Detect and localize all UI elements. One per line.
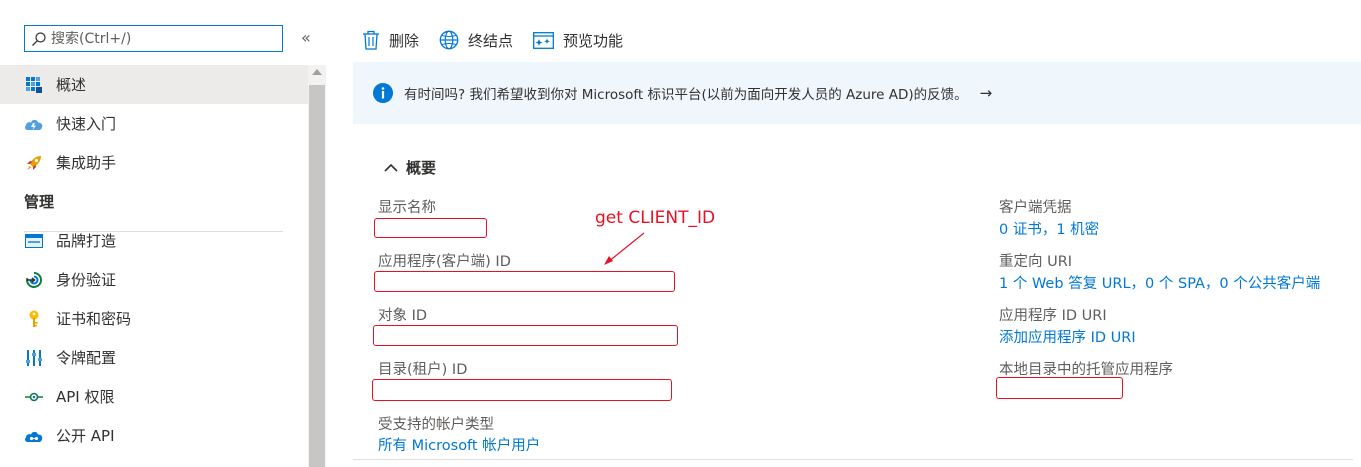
sidebar-item-label: 公开 API bbox=[56, 427, 115, 445]
sidebar-scrollbar[interactable] bbox=[308, 65, 326, 467]
essentials-toggle[interactable]: 概要 bbox=[383, 157, 436, 178]
sidebar-item-token-configuration[interactable]: 令牌配置 bbox=[0, 338, 308, 377]
client-credentials-label: 客户端凭据 bbox=[999, 200, 1072, 216]
command-bar: 删除 终结点 预览功能 bbox=[362, 26, 643, 54]
sidebar-item-label: 快速入门 bbox=[56, 115, 117, 133]
account-types-link[interactable]: 所有 Microsoft 帐户用户 bbox=[378, 434, 540, 455]
delete-button[interactable]: 删除 bbox=[362, 30, 419, 51]
search-input[interactable] bbox=[51, 30, 282, 47]
display-name-redacted-box bbox=[374, 218, 487, 238]
client-id-redacted-box bbox=[374, 271, 675, 292]
object-id-redacted-box bbox=[373, 325, 678, 346]
tenant-id-redacted-box bbox=[372, 379, 672, 401]
search-box[interactable] bbox=[24, 25, 283, 52]
essentials-title: 概要 bbox=[406, 159, 437, 177]
sidebar-nav: 概述 快速入门 集成助手 管理 品牌打造 身份验证 证书和密码 令牌配置 API… bbox=[0, 65, 308, 455]
client-credentials-link[interactable]: 0 证书，1 机密 bbox=[999, 218, 1099, 239]
managed-app-redacted-box bbox=[996, 377, 1123, 399]
collapse-sidebar-button[interactable]: « bbox=[301, 28, 311, 47]
token-config-icon bbox=[24, 348, 44, 368]
sidebar-item-label: 品牌打造 bbox=[56, 232, 117, 250]
app-id-uri-label: 应用程序 ID URI bbox=[999, 308, 1107, 324]
feedback-banner: 有时间吗? 我们希望收到你对 Microsoft 标识平台(以前为面向开发人员的… bbox=[353, 62, 1361, 124]
sidebar-item-quickstart[interactable]: 快速入门 bbox=[0, 104, 308, 143]
redirect-uris-link[interactable]: 1 个 Web 答复 URL，0 个 SPA，0 个公共客户端 bbox=[999, 272, 1320, 293]
display-name-label: 显示名称 bbox=[378, 200, 436, 216]
banner-arrow-link[interactable]: → bbox=[980, 84, 993, 102]
sidebar-item-integration-assistant[interactable]: 集成助手 bbox=[0, 143, 308, 182]
api-permissions-icon bbox=[24, 387, 44, 407]
expose-api-cloud-icon bbox=[24, 426, 44, 446]
preview-features-button-label: 预览功能 bbox=[563, 31, 624, 50]
branding-icon bbox=[24, 231, 44, 251]
account-types-label: 受支持的帐户类型 bbox=[378, 417, 494, 433]
preview-features-button[interactable]: 预览功能 bbox=[533, 30, 623, 51]
search-icon bbox=[32, 31, 46, 46]
sidebar-item-overview[interactable]: 概述 bbox=[0, 65, 308, 104]
essentials-bottom-divider bbox=[353, 459, 1353, 460]
sidebar-item-label: 令牌配置 bbox=[56, 349, 117, 367]
preview-features-icon bbox=[533, 31, 554, 49]
section-divider bbox=[24, 231, 283, 232]
chevron-up-icon bbox=[384, 163, 398, 172]
tenant-id-label: 目录(租户) ID bbox=[378, 362, 468, 378]
sidebar-item-label: 身份验证 bbox=[56, 271, 117, 289]
overview-grid-icon bbox=[24, 75, 44, 95]
rocket-icon bbox=[24, 153, 44, 173]
managed-app-label: 本地目录中的托管应用程序 bbox=[999, 362, 1173, 378]
section-header-label: 管理 bbox=[24, 193, 55, 211]
sidebar-item-label: 证书和密码 bbox=[56, 310, 132, 328]
scrollbar-thumb[interactable] bbox=[309, 85, 325, 467]
redirect-uris-label: 重定向 URI bbox=[999, 254, 1073, 270]
client-id-label: 应用程序(客户端) ID bbox=[378, 254, 511, 270]
sidebar-item-certificates-secrets[interactable]: 证书和密码 bbox=[0, 299, 308, 338]
section-header-manage: 管理 bbox=[0, 182, 308, 221]
sidebar: « 概述 快速入门 bbox=[0, 0, 326, 467]
banner-message: 有时间吗? 我们希望收到你对 Microsoft 标识平台(以前为面向开发人员的… bbox=[404, 87, 968, 103]
object-id-label: 对象 ID bbox=[378, 308, 428, 324]
trash-icon bbox=[363, 30, 379, 50]
sidebar-item-api-permissions[interactable]: API 权限 bbox=[0, 377, 308, 416]
endpoints-button-label: 终结点 bbox=[468, 31, 514, 50]
quickstart-cloud-icon bbox=[24, 114, 44, 134]
delete-button-label: 删除 bbox=[389, 31, 420, 50]
client-id-annotation: get CLIENT_ID bbox=[595, 208, 716, 228]
sidebar-item-authentication[interactable]: 身份验证 bbox=[0, 260, 308, 299]
sidebar-item-label: 概述 bbox=[56, 76, 87, 94]
globe-icon bbox=[439, 30, 459, 50]
authentication-icon bbox=[24, 270, 44, 290]
scroll-up-arrow-icon[interactable] bbox=[312, 69, 322, 75]
endpoints-button[interactable]: 终结点 bbox=[439, 30, 513, 51]
annotation-arrow-icon bbox=[604, 232, 645, 265]
add-app-id-uri-link[interactable]: 添加应用程序 ID URI bbox=[999, 326, 1136, 347]
key-icon bbox=[24, 309, 44, 329]
sidebar-item-label: 集成助手 bbox=[56, 154, 117, 172]
info-icon bbox=[373, 83, 393, 103]
sidebar-item-expose-api[interactable]: 公开 API bbox=[0, 416, 308, 455]
sidebar-item-label: API 权限 bbox=[56, 388, 115, 406]
sidebar-item-branding[interactable]: 品牌打造 bbox=[0, 221, 308, 260]
